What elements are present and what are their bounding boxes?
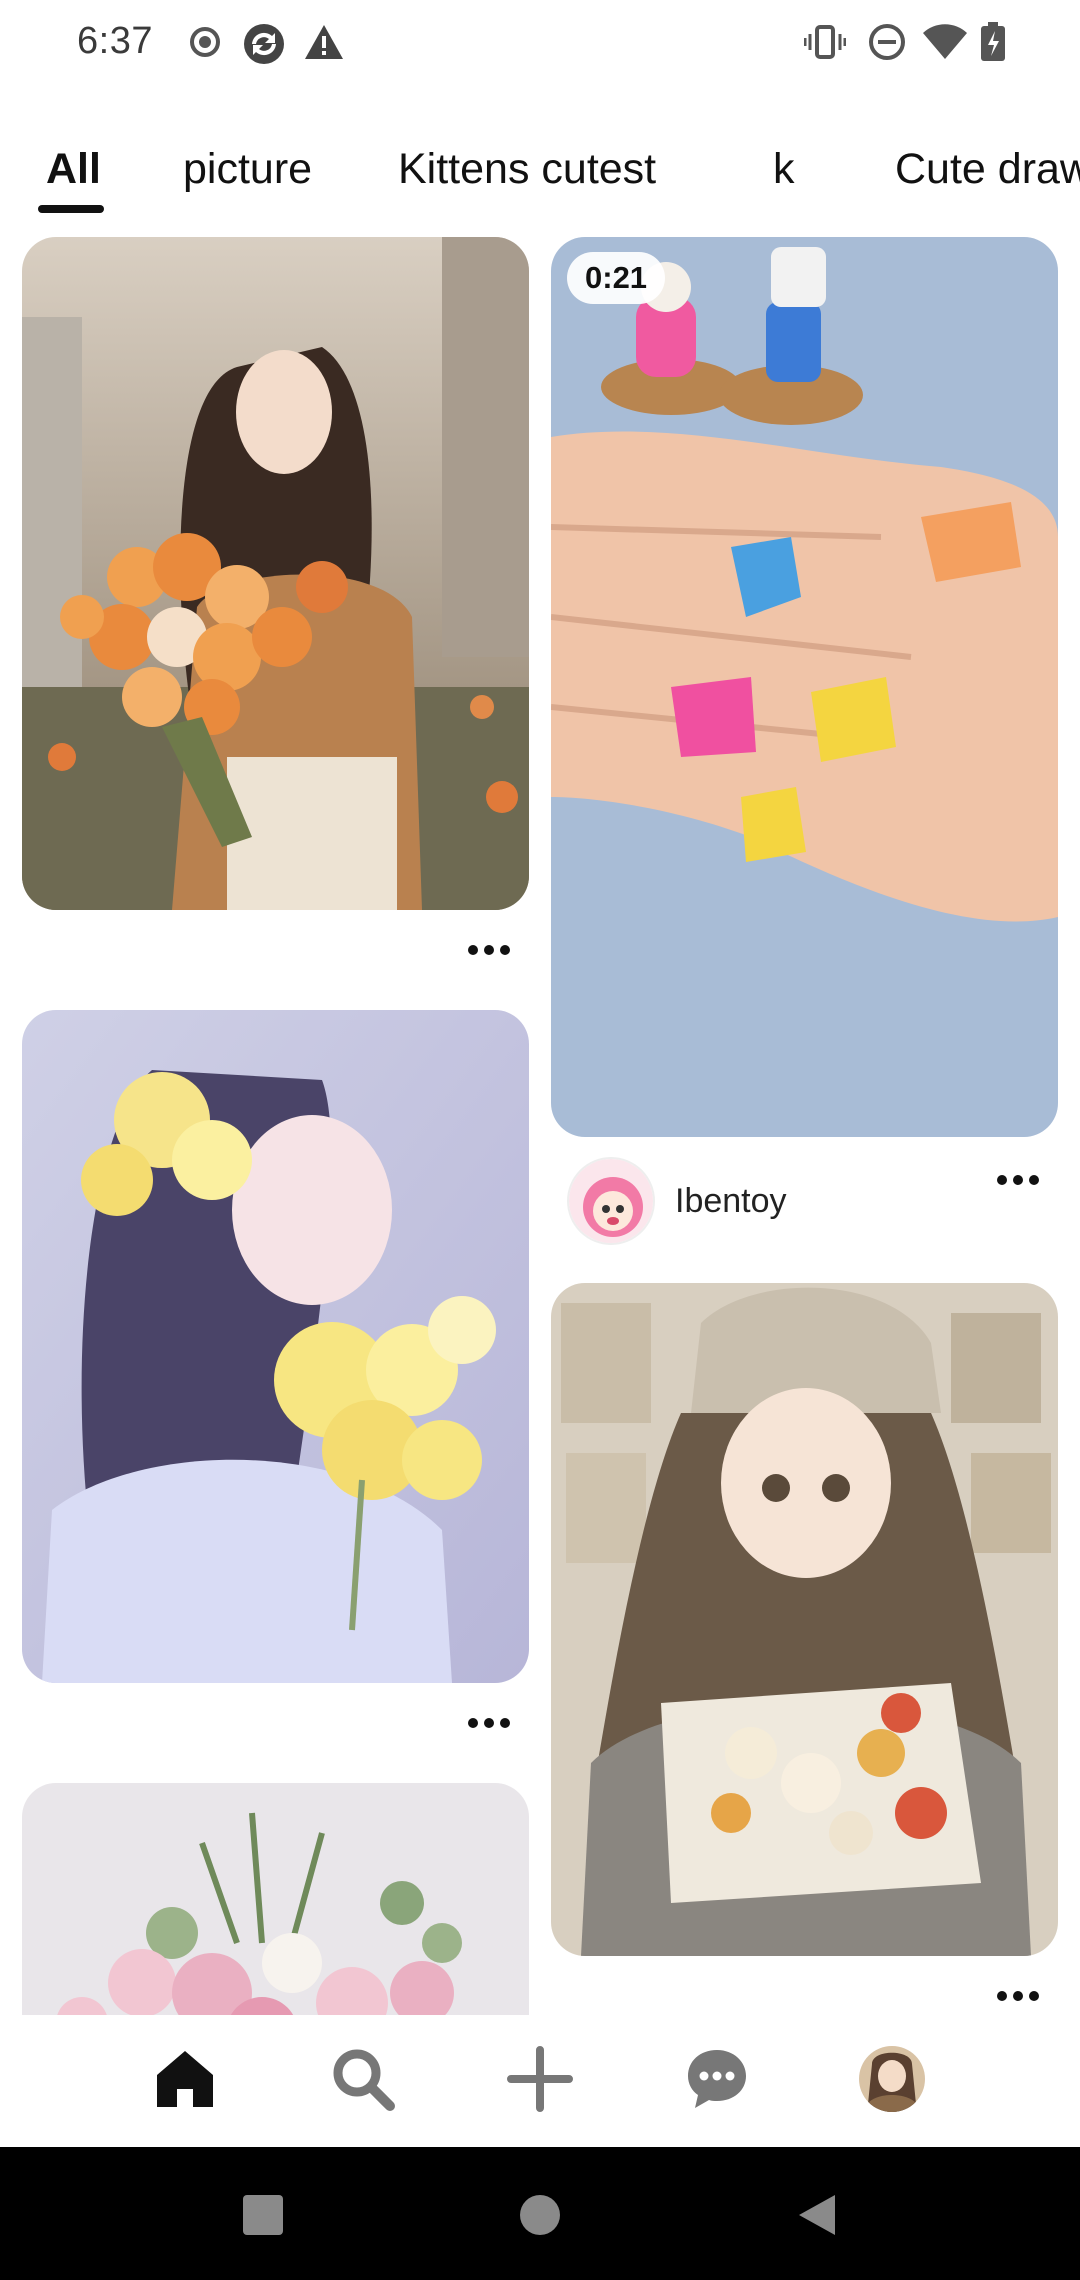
creator-avatar	[567, 1157, 655, 1245]
profile-avatar	[857, 2044, 927, 2119]
sync-icon	[242, 22, 284, 64]
nav-messages[interactable]	[677, 2041, 757, 2121]
messages-icon	[684, 2046, 750, 2117]
wifi-icon	[922, 22, 968, 62]
vibrate-icon	[803, 22, 847, 62]
battery-icon	[980, 22, 1006, 62]
pin-more-options-button[interactable]	[988, 1160, 1048, 1200]
pin-more-options-button[interactable]	[459, 930, 519, 970]
pin-video-origami-cat-rings[interactable]	[551, 237, 1058, 1137]
pin-more-options-button[interactable]	[459, 1703, 519, 1743]
tab-all[interactable]: All	[46, 145, 101, 194]
home-button-icon[interactable]	[516, 2191, 564, 2239]
system-navigation-bar	[0, 2147, 1080, 2280]
recent-apps-icon[interactable]	[239, 2191, 287, 2239]
record-icon	[185, 22, 225, 62]
status-bar: 6:37	[0, 0, 1080, 90]
nav-profile[interactable]	[852, 2041, 932, 2121]
search-icon	[330, 2046, 396, 2117]
pin-creator[interactable]: Ibentoy	[567, 1156, 787, 1246]
pinterest-home-screen: 6:37 All picture Kittens cutest k Cute d…	[0, 0, 1080, 2280]
tab-kittens-cutest[interactable]: Kittens cutest	[398, 145, 656, 194]
pin-image-girl-yellow-flowers[interactable]	[22, 1010, 529, 1683]
video-duration-badge: 0:21	[567, 252, 666, 304]
home-icon	[153, 2047, 217, 2116]
tab-picture[interactable]: picture	[183, 145, 312, 194]
warning-icon	[303, 22, 343, 62]
creator-name: Ibentoy	[675, 1181, 787, 1220]
tab-cute-draw[interactable]: Cute draw	[895, 145, 1080, 194]
status-time: 6:37	[77, 20, 153, 62]
tab-selected-indicator	[38, 205, 104, 213]
nav-create[interactable]	[500, 2041, 580, 2121]
create-icon	[507, 2045, 573, 2117]
pin-image-girl-beanie-bouquet[interactable]	[551, 1283, 1058, 1956]
pin-image-girl-orange-flowers[interactable]	[22, 237, 529, 910]
board-tabs: All picture Kittens cutest k Cute draw	[0, 135, 1080, 220]
nav-search[interactable]	[323, 2041, 403, 2121]
tab-k[interactable]: k	[773, 145, 795, 194]
pin-more-options-button[interactable]	[988, 1976, 1048, 2016]
back-icon[interactable]	[793, 2191, 841, 2239]
bottom-navigation	[0, 2015, 1080, 2147]
nav-home[interactable]	[145, 2041, 225, 2121]
dnd-icon	[867, 22, 907, 62]
